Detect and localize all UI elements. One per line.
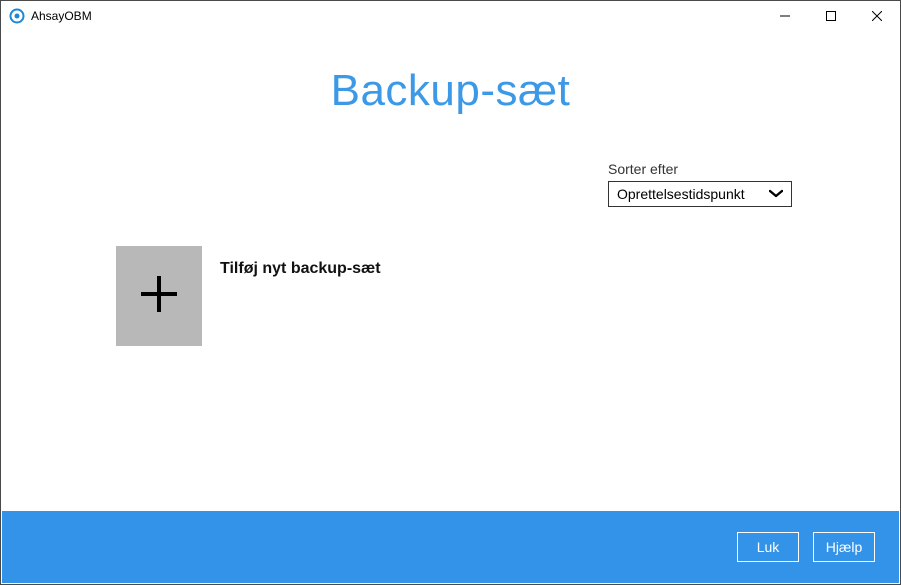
app-icon <box>9 8 25 24</box>
titlebar: AhsayOBM <box>1 1 900 31</box>
add-backup-set-tile[interactable] <box>116 246 202 346</box>
plus-icon <box>135 270 183 323</box>
help-button[interactable]: Hjælp <box>813 532 875 562</box>
content-area: Backup-sæt Sorter efter Oprettelsestidsp… <box>1 31 900 116</box>
minimize-button[interactable] <box>762 1 808 31</box>
window-title: AhsayOBM <box>31 9 762 23</box>
close-window-button[interactable] <box>854 1 900 31</box>
close-button[interactable]: Luk <box>737 532 799 562</box>
sort-selected-value: Oprettelsestidspunkt <box>617 186 745 202</box>
maximize-button[interactable] <box>808 1 854 31</box>
footer-bar: Luk Hjælp <box>2 511 899 583</box>
sort-label: Sorter efter <box>608 161 792 177</box>
add-backup-set-label: Tilføj nyt backup-sæt <box>220 260 381 278</box>
window-controls <box>762 1 900 31</box>
sort-select[interactable]: Oprettelsestidspunkt <box>608 181 792 207</box>
add-backup-set-row: Tilføj nyt backup-sæt <box>116 246 381 346</box>
page-title: Backup-sæt <box>41 66 860 116</box>
chevron-down-icon <box>769 186 783 202</box>
sort-area: Sorter efter Oprettelsestidspunkt <box>608 161 792 207</box>
